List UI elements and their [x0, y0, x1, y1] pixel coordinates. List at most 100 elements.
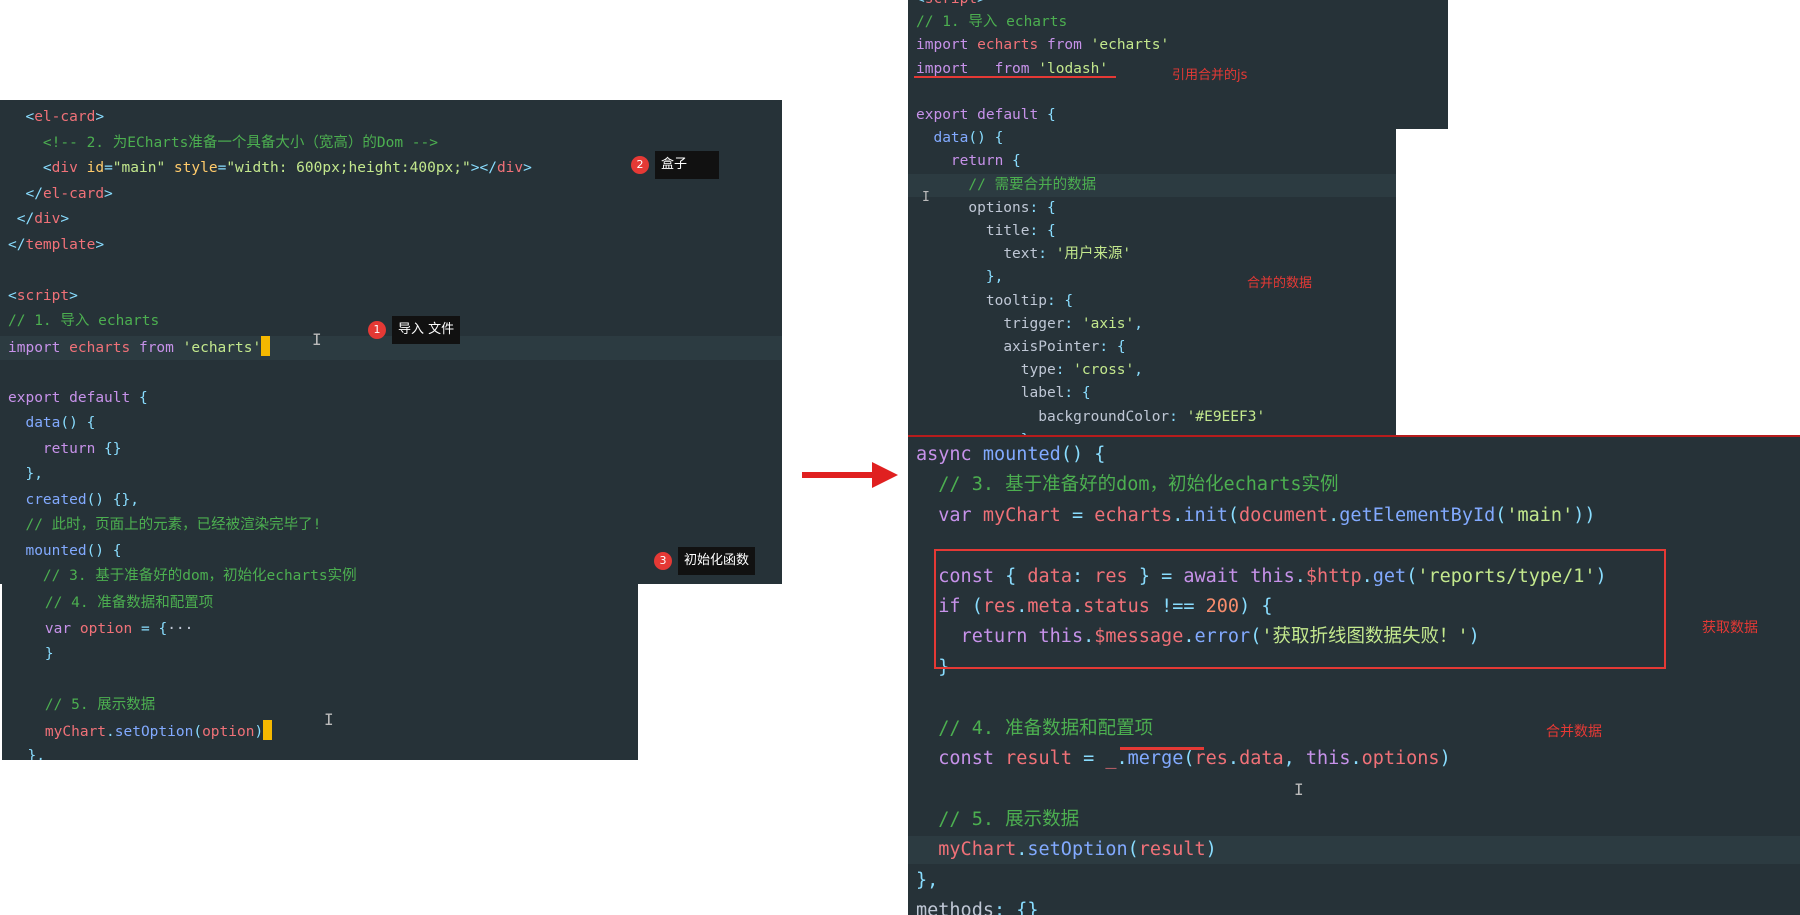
code-token: _: [977, 60, 986, 77]
code-line: var myChart = echarts.init(document.getE…: [916, 502, 1595, 530]
code-token: from: [994, 60, 1030, 77]
code-token: >: [104, 185, 113, 202]
code-line: <el-card>: [8, 106, 104, 130]
code-token: data: [25, 415, 61, 431]
code-token: {: [86, 415, 96, 431]
code-line: title: {: [916, 220, 1056, 244]
code-token: backgroundColor: [1038, 408, 1170, 425]
code-token: .: [1116, 748, 1128, 769]
code-line: created() {},: [8, 489, 139, 513]
code-token: tooltip: [985, 292, 1047, 309]
code-token: {: [1116, 339, 1126, 355]
code-token: <: [916, 0, 925, 7]
code-line: export default {: [916, 104, 1056, 128]
code-token: },: [25, 466, 43, 482]
code-token: 'cross': [1073, 362, 1135, 379]
code-token: style: [173, 160, 218, 176]
code-token: getElementById: [1339, 504, 1496, 526]
code-token: {: [1064, 292, 1074, 309]
code-token: 'lodash': [1038, 60, 1109, 77]
code-token: init: [1183, 504, 1228, 526]
highlight-box-fetch: [934, 549, 1666, 669]
code-token: ): [1205, 839, 1217, 861]
code-token: 'echarts': [1090, 37, 1170, 54]
text-cursor-icon: I: [324, 710, 334, 729]
code-token: "width: 600px;height:400px;": [226, 160, 471, 176]
code-token: axisPointer: [1003, 339, 1100, 355]
code-line: data() {: [8, 412, 95, 436]
annotation-badge-2: 2: [631, 156, 649, 174]
code-token: (: [1495, 504, 1507, 526]
code-token: ,: [1134, 362, 1143, 379]
code-token: text: [1003, 246, 1039, 263]
annotation-label-import-file: 导入 文件: [392, 316, 461, 344]
code-token: :: [1099, 339, 1109, 355]
code-token: =: [104, 160, 113, 176]
code-token: {}: [104, 440, 122, 457]
code-line: <script>: [8, 285, 78, 309]
code-token: echarts: [977, 37, 1039, 54]
code-token: trigger: [1003, 315, 1065, 332]
code-token: document: [1239, 504, 1329, 526]
note-import-js: 引用合并的js: [1172, 68, 1248, 83]
code-token: const: [938, 748, 994, 769]
text-cursor-icon: I: [1294, 780, 1304, 799]
code-token: el-card: [42, 185, 105, 202]
code-line: backgroundColor: '#E9EEF3': [916, 406, 1265, 430]
code-token: (): [86, 491, 105, 508]
code-token: {: [112, 542, 122, 559]
annotation-badge-1: 1: [368, 321, 386, 339]
code-token: {: [994, 130, 1004, 147]
note-fetch-data: 获取数据: [1702, 620, 1758, 636]
code-line: label: {: [916, 382, 1091, 406]
code-line: type: 'cross',: [916, 359, 1143, 383]
code-line: tooltip: {: [916, 290, 1073, 314]
code-token: {: [1046, 199, 1056, 216]
code-line: <!-- 2. 为ECharts准备一个具备大小（宽高）的Dom -->: [8, 132, 438, 156]
code-line: async mounted() {: [916, 441, 1105, 469]
code-token: var: [44, 620, 72, 637]
code-line: // 1. 导入 echarts: [8, 310, 159, 334]
code-line: // 1. 导入 echarts: [916, 11, 1067, 35]
code-token: ,: [1134, 315, 1144, 332]
code-token: echarts: [1094, 504, 1173, 526]
code-line: </el-card>: [8, 183, 113, 207]
code-token: export: [8, 389, 61, 406]
code-token: },: [916, 869, 939, 891]
code-token: </: [25, 185, 43, 202]
code-token: =: [217, 160, 227, 176]
code-token: (): [968, 130, 986, 147]
code-token: '#E9EEF3': [1186, 408, 1266, 425]
code-line: </div>: [8, 208, 69, 232]
code-token: =: [1083, 748, 1095, 769]
code-token: return: [42, 440, 96, 457]
code-token: // 1. 导入 echarts: [8, 313, 160, 329]
code-token: from: [1046, 37, 1082, 54]
code-token: type: [1020, 362, 1056, 379]
code-token: option: [202, 723, 255, 740]
code-token: 'axis': [1081, 315, 1135, 332]
text-cursor-icon: I: [922, 190, 930, 205]
code-token: (): [86, 542, 105, 559]
code-line: data() {: [916, 127, 1003, 151]
text-cursor-icon: I: [312, 330, 322, 349]
code-token: // 4. 准备数据和配置项: [44, 595, 214, 611]
code-token: },: [985, 269, 1004, 286]
code-token: ,: [1283, 748, 1295, 769]
